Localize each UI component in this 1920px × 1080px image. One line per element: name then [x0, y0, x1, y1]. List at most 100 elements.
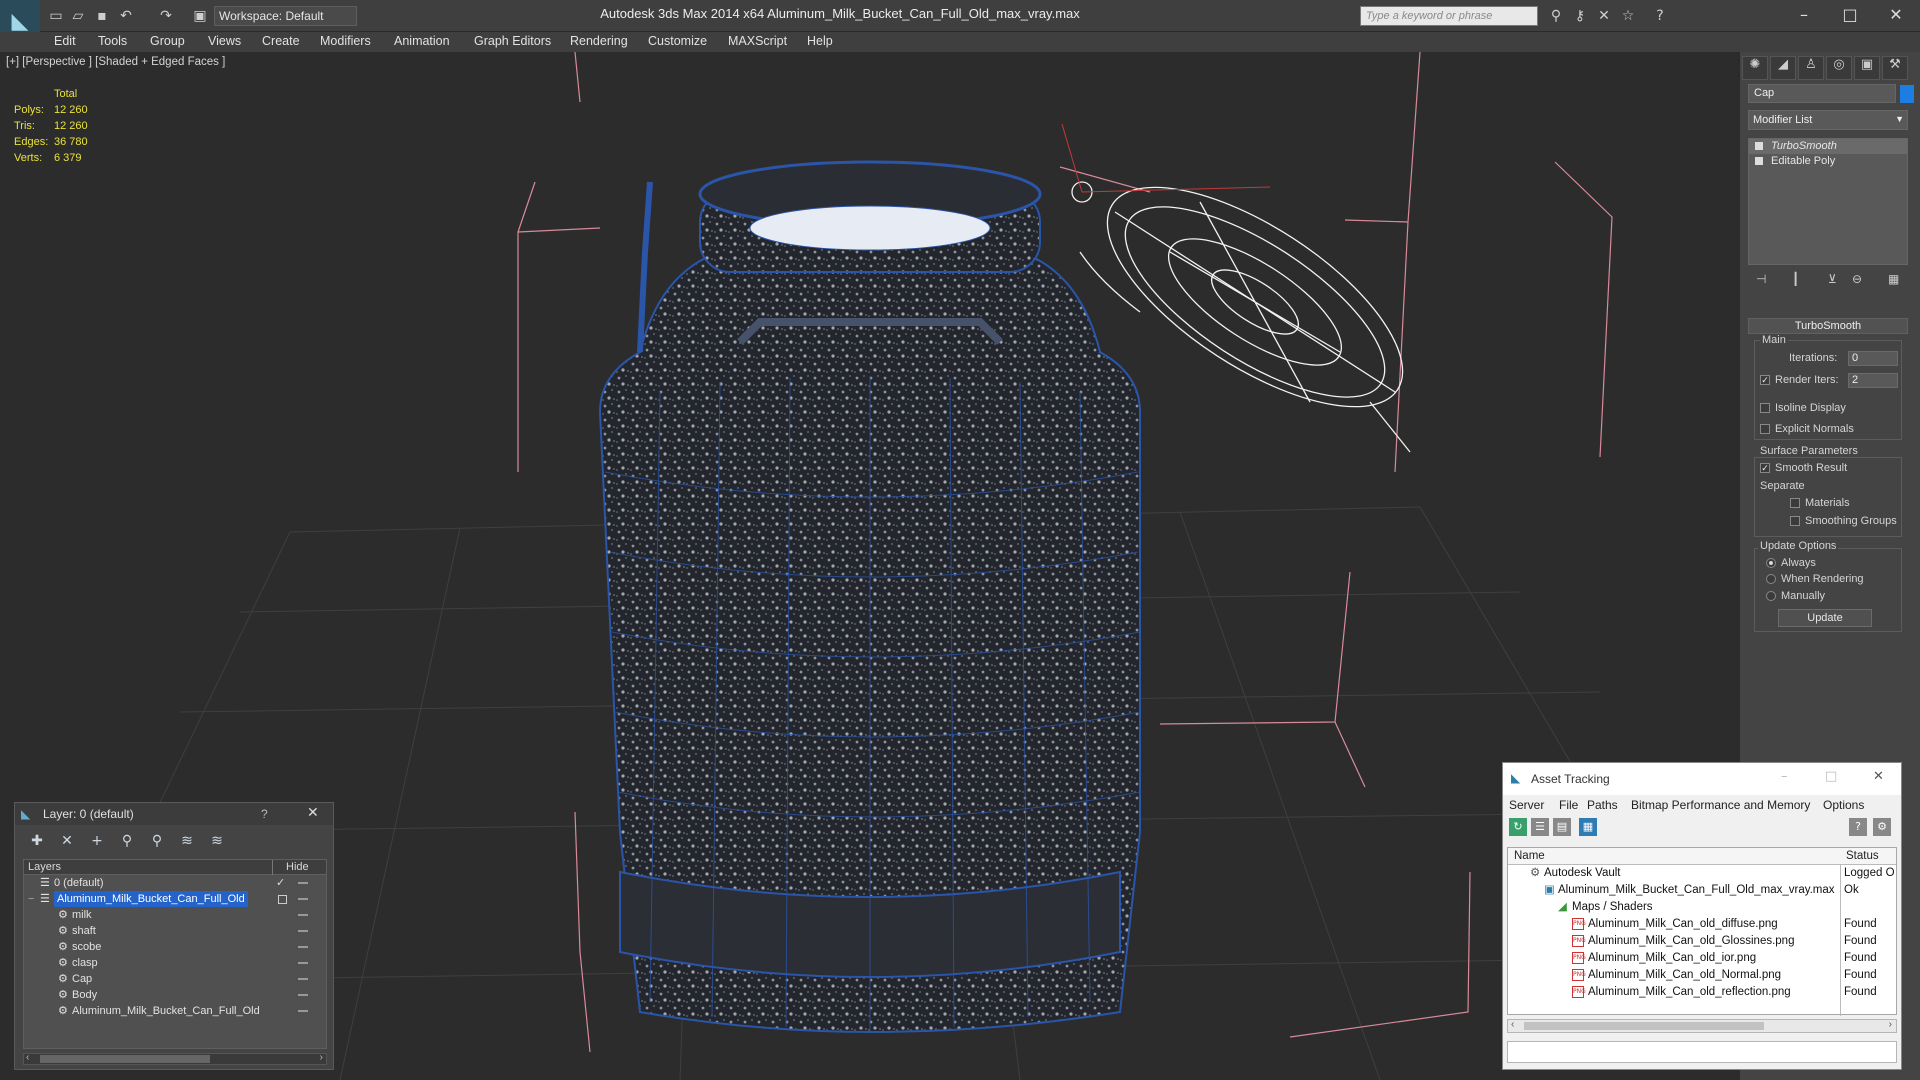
- layer-object-row[interactable]: ⚙ Aluminum_Milk_Bucket_Can_Full_Old: [24, 1003, 326, 1019]
- save-icon[interactable]: ▪: [94, 8, 110, 24]
- hierarchy-tab-icon[interactable]: ♙: [1798, 56, 1824, 80]
- select-layer-icon[interactable]: ⚲: [147, 833, 167, 851]
- when-rendering-radio[interactable]: [1766, 574, 1776, 585]
- materials-checkbox[interactable]: [1790, 498, 1800, 509]
- scroll-left-icon[interactable]: ‹: [1511, 1019, 1514, 1030]
- stack-item-turbosmooth[interactable]: TurboSmooth: [1749, 139, 1907, 154]
- always-radio[interactable]: [1766, 558, 1776, 569]
- isoline-checkbox[interactable]: [1760, 403, 1770, 414]
- pin-stack-icon[interactable]: ⊣: [1756, 272, 1766, 286]
- explicit-normals-checkbox[interactable]: [1760, 424, 1770, 435]
- layer-object-row[interactable]: ⚙ shaft: [24, 923, 326, 939]
- asset-menu-file[interactable]: File: [1559, 798, 1578, 812]
- search-input[interactable]: Type a keyword or phrase: [1360, 6, 1538, 26]
- asset-row[interactable]: PNG Aluminum_Milk_Can_old_Normal.png Found: [1508, 967, 1896, 984]
- help-icon[interactable]: ?: [1652, 8, 1668, 24]
- layer-object-row[interactable]: ⚙ Cap: [24, 971, 326, 987]
- layer-box-icon[interactable]: [278, 895, 287, 904]
- layer-row-selected[interactable]: − ☰ Aluminum_Milk_Bucket_Can_Full_Old: [24, 891, 326, 907]
- col-hide[interactable]: Hide: [286, 861, 309, 873]
- menu-animation[interactable]: Animation: [394, 34, 450, 48]
- maximize-icon[interactable]: □: [1830, 3, 1870, 27]
- new-file-icon[interactable]: ▭: [48, 8, 64, 24]
- smooth-result-checkbox[interactable]: ✓: [1760, 463, 1770, 474]
- menu-views[interactable]: Views: [208, 34, 241, 48]
- layer-object-row[interactable]: ⚙ Body: [24, 987, 326, 1003]
- menu-tools[interactable]: Tools: [98, 34, 127, 48]
- col-layers[interactable]: Layers: [28, 861, 61, 873]
- grid-view-icon[interactable]: ▦: [1579, 818, 1597, 836]
- menu-create[interactable]: Create: [262, 34, 300, 48]
- make-unique-icon[interactable]: ⊻: [1828, 272, 1837, 286]
- close-icon[interactable]: ✕: [307, 805, 319, 821]
- create-layer-icon[interactable]: ✚: [27, 833, 47, 851]
- stack-item-editable-poly[interactable]: Editable Poly: [1749, 154, 1907, 169]
- smoothing-groups-checkbox[interactable]: [1790, 516, 1800, 527]
- scroll-right-icon[interactable]: ›: [320, 1052, 323, 1063]
- minimize-icon[interactable]: –: [1784, 3, 1824, 27]
- asset-row[interactable]: PNG Aluminum_Milk_Can_old_ior.png Found: [1508, 950, 1896, 967]
- manually-radio[interactable]: [1766, 591, 1776, 602]
- minimize-icon[interactable]: –: [1781, 769, 1788, 784]
- lightbulb-icon[interactable]: [1755, 142, 1763, 150]
- table-view-icon[interactable]: ▤: [1553, 818, 1571, 836]
- layer-object-row[interactable]: ⚙ milk: [24, 907, 326, 923]
- col-name[interactable]: Name: [1514, 850, 1545, 862]
- layers-horizontal-scrollbar[interactable]: ‹ ›: [23, 1052, 327, 1065]
- asset-menu-options[interactable]: Options: [1823, 798, 1864, 812]
- help-icon[interactable]: ?: [1849, 818, 1867, 836]
- layer-object-row[interactable]: ⚙ scobe: [24, 939, 326, 955]
- refresh-icon[interactable]: ↻: [1509, 818, 1527, 836]
- asset-row[interactable]: ◢ Maps / Shaders: [1508, 899, 1896, 916]
- display-tab-icon[interactable]: ▣: [1854, 56, 1880, 80]
- menu-edit[interactable]: Edit: [54, 34, 76, 48]
- favorites-icon[interactable]: ☆: [1620, 8, 1636, 24]
- layer-row[interactable]: ☰ 0 (default) ✓: [24, 875, 326, 891]
- asset-menu-server[interactable]: Server: [1509, 798, 1544, 812]
- viewport-label[interactable]: [+] [Perspective ] [Shaded + Edged Faces…: [6, 56, 225, 68]
- binoculars-icon[interactable]: ⚲: [1548, 8, 1564, 24]
- project-folder-icon[interactable]: ▣: [192, 8, 208, 24]
- menu-maxscript[interactable]: MAXScript: [728, 34, 787, 48]
- community-icon[interactable]: ✕: [1596, 8, 1612, 24]
- hide-all-layers-icon[interactable]: ≋: [207, 833, 227, 851]
- asset-row[interactable]: ⚙ Autodesk Vault Logged O: [1508, 865, 1896, 882]
- render-iters-spinner[interactable]: 2: [1848, 373, 1898, 388]
- redo-icon[interactable]: ↷: [158, 8, 174, 24]
- render-iters-checkbox[interactable]: ✓: [1760, 375, 1770, 386]
- delete-layer-icon[interactable]: ✕: [57, 833, 77, 851]
- show-end-result-icon[interactable]: ┃: [1792, 272, 1799, 286]
- asset-row[interactable]: PNG Aluminum_Milk_Can_old_Glossines.png Fo…: [1508, 933, 1896, 950]
- modify-tab-icon[interactable]: ◢: [1770, 56, 1796, 80]
- asset-row[interactable]: PNG Aluminum_Milk_Can_old_reflection.png F…: [1508, 984, 1896, 1001]
- scroll-thumb[interactable]: [1524, 1022, 1764, 1030]
- collapse-icon[interactable]: −: [28, 891, 34, 907]
- close-icon[interactable]: ✕: [1876, 3, 1916, 27]
- workspace-dropdown[interactable]: Workspace: Default: [214, 6, 357, 26]
- menu-graph-editors[interactable]: Graph Editors: [474, 34, 551, 48]
- milk-can-model[interactable]: [598, 160, 1141, 1033]
- asset-menu-bitmap-performance[interactable]: Bitmap Performance and Memory: [1631, 798, 1810, 812]
- iterations-spinner[interactable]: 0: [1848, 351, 1898, 366]
- undo-icon[interactable]: ↶: [118, 8, 134, 24]
- menu-help[interactable]: Help: [807, 34, 833, 48]
- object-name-field[interactable]: Cap: [1748, 84, 1896, 103]
- asset-menu-paths[interactable]: Paths: [1587, 798, 1618, 812]
- create-tab-icon[interactable]: ✺: [1742, 56, 1768, 80]
- update-button[interactable]: Update: [1778, 609, 1872, 627]
- asset-row[interactable]: ▣ Aluminum_Milk_Bucket_Can_Full_Old_max_v…: [1508, 882, 1896, 899]
- key-icon[interactable]: ⚷: [1572, 8, 1588, 24]
- menu-rendering[interactable]: Rendering: [570, 34, 628, 48]
- layer-object-row[interactable]: ⚙ clasp: [24, 955, 326, 971]
- menu-modifiers[interactable]: Modifiers: [320, 34, 371, 48]
- list-view-icon[interactable]: ☰: [1531, 818, 1549, 836]
- help-button[interactable]: ?: [261, 807, 268, 821]
- settings-icon[interactable]: ⚙: [1873, 818, 1891, 836]
- scroll-left-icon[interactable]: ‹: [26, 1052, 29, 1063]
- object-color-swatch[interactable]: [1900, 85, 1914, 103]
- configure-sets-icon[interactable]: ▦: [1888, 272, 1899, 286]
- utilities-tab-icon[interactable]: ⚒: [1882, 56, 1908, 80]
- menu-customize[interactable]: Customize: [648, 34, 707, 48]
- close-icon[interactable]: ✕: [1873, 769, 1884, 784]
- open-file-icon[interactable]: ▱: [70, 8, 86, 24]
